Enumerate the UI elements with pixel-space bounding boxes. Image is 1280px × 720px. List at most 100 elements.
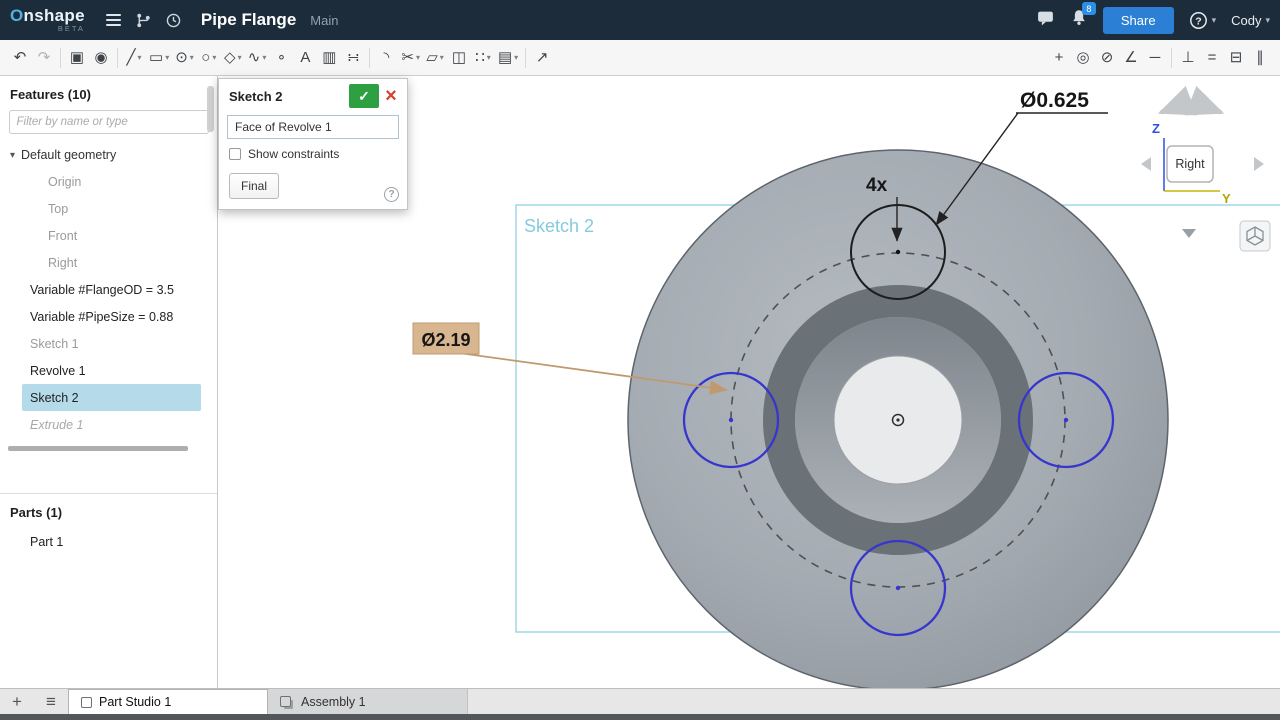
cancel-button[interactable]: ×	[379, 84, 403, 108]
new-tab-button[interactable]: +	[0, 689, 34, 714]
feature-top-plane[interactable]: Top	[22, 195, 201, 222]
feature-filter-input[interactable]	[9, 110, 209, 134]
close-icon: ×	[385, 85, 397, 107]
features-header: Features (10)	[0, 76, 217, 110]
undo-button[interactable]: ↶ ▾	[8, 45, 32, 71]
constraint-normal-button[interactable]: ∠ ▾	[1119, 45, 1143, 71]
isometric-view-button[interactable]	[1240, 221, 1270, 251]
feature-origin[interactable]: Origin	[22, 168, 201, 195]
mirror-tool-button[interactable]: ◫ ▾	[447, 45, 471, 71]
slot-tool-button[interactable]: ▥ ▾	[317, 45, 341, 71]
measure-tool-button[interactable]: ↗ ▾	[530, 45, 554, 71]
transform-button[interactable]: ◉ ▾	[89, 45, 113, 71]
constraint-coincident-button[interactable]: + ▾	[1047, 45, 1071, 71]
help-menu[interactable]: ? ▾	[1189, 11, 1217, 30]
part-studio-icon	[81, 697, 92, 708]
comments-button[interactable]	[1036, 9, 1055, 32]
svg-text:Ø2.19: Ø2.19	[421, 330, 470, 350]
onshape-logo[interactable]: Onshape BETA	[10, 7, 85, 33]
chevron-down-icon: ▾	[416, 53, 420, 62]
dimension-tool-button[interactable]: ∺ ▾	[341, 45, 365, 71]
rotate-left-icon[interactable]	[1141, 157, 1151, 171]
constraint-concentric-button[interactable]: ◎ ▾	[1071, 45, 1095, 71]
branch-icon	[135, 12, 152, 29]
notifications-button[interactable]: 8	[1070, 8, 1088, 32]
dialog-title: Sketch 2	[229, 89, 349, 104]
constraint-tangent-button[interactable]: ⊘ ▾	[1095, 45, 1119, 71]
chevron-down-icon: ▾	[514, 53, 518, 62]
rotate-arrows-icon[interactable]	[1162, 107, 1220, 112]
circle-tool-button[interactable]: ⊙ ▾	[172, 45, 197, 71]
constraint-parallel-button[interactable]: ∥ ▾	[1248, 45, 1272, 71]
ellipse-tool-button[interactable]: ○ ▾	[197, 45, 221, 71]
point-tool-button[interactable]: ∘ ▾	[269, 45, 293, 71]
part-1[interactable]: Part 1	[22, 528, 201, 555]
accept-button[interactable]: ✓	[349, 84, 379, 108]
import-dxf-button[interactable]: ▤ ▾	[495, 45, 521, 71]
feature-tree-panel: Features (10) ▾ Default geometry Origin …	[0, 76, 218, 688]
feature-sketch-2[interactable]: Sketch 2	[22, 384, 201, 411]
tab-part-studio-1[interactable]: Part Studio 1	[68, 689, 268, 714]
feature-group-default-geometry[interactable]: ▾ Default geometry	[0, 142, 217, 168]
chevron-down-icon: ▾	[212, 53, 216, 62]
panel-scrollbar[interactable]	[207, 86, 214, 132]
constraint-equal-button[interactable]: = ▾	[1200, 45, 1224, 71]
offset-tool-button[interactable]: ▱ ▾	[423, 45, 447, 71]
chevron-down-icon: ▾	[440, 53, 444, 62]
checkbox-icon	[229, 148, 241, 160]
constraint-midpoint-button[interactable]: ⊟ ▾	[1224, 45, 1248, 71]
chevron-down-icon: ▾	[165, 53, 169, 62]
parts-header: Parts (1)	[0, 494, 217, 528]
chevron-down-icon: ▾	[138, 53, 142, 62]
view-face-label: Right	[1175, 157, 1205, 171]
rollback-bar[interactable]	[8, 446, 188, 451]
chevron-down-icon: ▾	[262, 53, 266, 62]
history-button[interactable]	[161, 7, 187, 33]
help-icon[interactable]: ?	[384, 187, 399, 202]
feature-variable-pipesize[interactable]: Variable #PipeSize = 0.88	[22, 303, 201, 330]
view-cube[interactable]: Z Y Right	[1141, 107, 1270, 251]
svg-text:4x: 4x	[866, 175, 888, 196]
sketch-plane-field[interactable]: Face of Revolve 1	[227, 115, 399, 139]
check-icon: ✓	[358, 88, 370, 104]
feature-extrude-1[interactable]: Extrude 1	[22, 411, 201, 438]
chat-bubble-icon	[1036, 9, 1055, 27]
feature-front-plane[interactable]: Front	[22, 222, 201, 249]
spline-tool-button[interactable]: ∿ ▾	[245, 45, 270, 71]
feature-sketch-1[interactable]: Sketch 1	[22, 330, 201, 357]
help-icon: ?	[1189, 11, 1208, 30]
share-button[interactable]: Share	[1103, 7, 1174, 34]
fillet-tool-button[interactable]: ◝ ▾	[374, 45, 398, 71]
text-tool-button[interactable]: A ▾	[293, 45, 317, 71]
feature-right-plane[interactable]: Right	[22, 249, 201, 276]
view-menu-chevron-icon[interactable]	[1182, 229, 1196, 238]
constraint-perpendicular-button[interactable]: ⊥ ▾	[1176, 45, 1200, 71]
chevron-down-icon: ▾	[10, 150, 15, 161]
show-constraints-checkbox[interactable]: Show constraints	[229, 147, 397, 161]
copy-button[interactable]: ▣ ▾	[65, 45, 89, 71]
sketch-toolbar: ↶ ▾ ↷ ▾ ▾ ▣ ▾ ◉ ▾ ▾ ╱ ▾	[0, 40, 1280, 76]
document-title[interactable]: Pipe Flange	[201, 10, 296, 30]
line-tool-button[interactable]: ╱ ▾	[122, 45, 146, 71]
versions-button[interactable]	[131, 7, 157, 33]
redo-button[interactable]: ↷ ▾	[32, 45, 56, 71]
rotate-right-icon[interactable]	[1254, 157, 1264, 171]
rectangle-tool-button[interactable]: ▭ ▾	[146, 45, 172, 71]
assembly-icon	[280, 696, 291, 707]
main-menu-button[interactable]	[101, 7, 127, 33]
chevron-down-icon: ▾	[238, 53, 242, 62]
feature-variable-flangeod[interactable]: Variable #FlangeOD = 3.5	[22, 276, 201, 303]
trim-tool-button[interactable]: ✂ ▾	[398, 45, 423, 71]
user-menu[interactable]: Cody ▾	[1231, 13, 1270, 28]
tab-list-button[interactable]: ≡	[34, 689, 68, 714]
feature-revolve-1[interactable]: Revolve 1	[22, 357, 201, 384]
circular-pattern-button[interactable]: ∷ ▾	[471, 45, 495, 71]
notification-badge: 8	[1082, 2, 1096, 15]
sketch-dialog: Sketch 2 ✓ × Face of Revolve 1 Show cons…	[218, 78, 408, 210]
constraint-horizontal-button[interactable]: ─ ▾	[1143, 45, 1167, 71]
svg-text:Ø0.625: Ø0.625	[1020, 89, 1089, 112]
final-button[interactable]: Final	[229, 173, 279, 199]
tab-assembly-1[interactable]: Assembly 1	[268, 689, 468, 714]
workspace-name[interactable]: Main	[310, 13, 338, 28]
polygon-tool-button[interactable]: ◇ ▾	[221, 45, 245, 71]
